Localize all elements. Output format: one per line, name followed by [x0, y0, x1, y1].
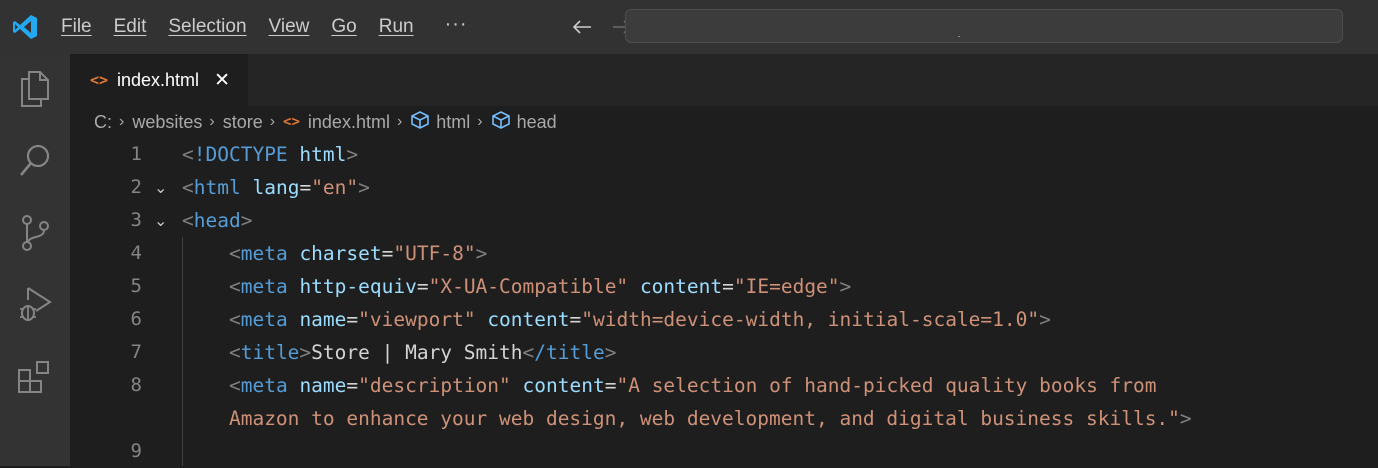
search-cursor-icon [958, 36, 960, 37]
menu-edit[interactable]: Edit [103, 0, 158, 54]
code-line-8: 8 <meta name="description" content="A se… [70, 369, 1378, 435]
breadcrumb-drive[interactable]: C: [94, 112, 112, 133]
menu-view[interactable]: View [258, 0, 321, 54]
close-icon[interactable]: ✕ [213, 69, 231, 92]
code-text-wrapped: Amazon to enhance your web design, web d… [228, 407, 1192, 430]
code-text: <head> [182, 209, 253, 232]
code-line-6: 6 <meta name="viewport" content="width=d… [70, 303, 1378, 336]
code-line-4: 4 <meta charset="UTF-8"> [70, 237, 1378, 270]
line-number: 8 [130, 374, 142, 396]
chevron-right-icon: › [396, 113, 403, 130]
symbol-cube-icon [410, 110, 430, 135]
menu-more-button[interactable]: ··· [425, 0, 482, 54]
code-line-5: 5 <meta http-equiv="X-UA-Compatible" con… [70, 270, 1378, 303]
code-text: <html lang="en"> [182, 176, 370, 199]
html-file-icon: <> [90, 71, 109, 89]
extensions-icon[interactable] [0, 342, 70, 412]
breadcrumb-folder-websites[interactable]: websites [132, 112, 202, 133]
command-center-search[interactable] [625, 9, 1343, 43]
chevron-right-icon: › [119, 113, 125, 130]
source-control-icon[interactable] [0, 198, 70, 268]
chevron-right-icon: › [269, 113, 276, 130]
code-text: <meta charset="UTF-8"> [228, 242, 488, 265]
menu-go[interactable]: Go [320, 0, 367, 54]
code-line-9: 9 [70, 435, 1378, 468]
code-line-3: 3 ⌄ <head> [70, 204, 1378, 237]
line-number: 9 [130, 440, 142, 462]
explorer-icon[interactable] [0, 54, 70, 124]
html-file-icon: <> [283, 114, 300, 130]
menu-bar: File Edit Selection View Go Run ··· [50, 0, 482, 54]
code-text: <title>Store | Mary Smith</title> [228, 341, 617, 364]
chevron-down-icon[interactable]: ⌄ [154, 171, 174, 204]
breadcrumb: C: › websites › store › <> index.html › … [94, 109, 557, 135]
chevron-right-icon: › [477, 113, 483, 130]
code-text: <meta name="viewport" content="width=dev… [228, 308, 1051, 331]
code-text: <meta http-equiv="X-UA-Compatible" conte… [228, 275, 852, 298]
breadcrumb-folder-store[interactable]: store [223, 112, 263, 133]
line-number: 6 [130, 308, 142, 330]
menu-selection[interactable]: Selection [157, 0, 257, 54]
line-number: 4 [130, 242, 142, 264]
chevron-down-icon[interactable]: ⌄ [154, 204, 174, 237]
activity-bar [0, 54, 70, 466]
symbol-cube-icon [491, 110, 511, 135]
tab-bar [70, 54, 1378, 106]
vscode-logo-icon [0, 0, 50, 54]
chevron-right-icon: › [209, 113, 215, 130]
line-number: 5 [130, 275, 142, 297]
breadcrumb-symbol-head[interactable]: head [517, 112, 557, 133]
breadcrumb-symbol-html[interactable]: html [436, 112, 470, 133]
code-editor[interactable]: 1 <!DOCTYPE html> 2 ⌄ <html lang="en"> 3… [70, 138, 1378, 466]
search-icon[interactable] [0, 126, 70, 196]
tab-label: index.html [117, 69, 200, 90]
menu-run[interactable]: Run [368, 0, 425, 54]
menu-file[interactable]: File [50, 0, 103, 54]
line-number: 7 [130, 341, 142, 363]
line-number: 1 [130, 143, 142, 165]
run-debug-icon[interactable] [0, 270, 70, 340]
back-arrow-icon[interactable] [562, 0, 602, 54]
code-line-2: 2 ⌄ <html lang="en"> [70, 171, 1378, 204]
code-line-1: 1 <!DOCTYPE html> [70, 138, 1378, 171]
code-line-7: 7 <title>Store | Mary Smith</title> [70, 336, 1378, 369]
breadcrumb-file[interactable]: index.html [308, 112, 390, 133]
tab-index-html[interactable]: <> index.html ✕ [70, 54, 248, 106]
code-text: <!DOCTYPE html> [182, 143, 359, 166]
line-number: 3 [130, 209, 142, 231]
line-number: 2 [130, 176, 142, 198]
code-text: <meta name="description" content="A sele… [228, 374, 1157, 397]
